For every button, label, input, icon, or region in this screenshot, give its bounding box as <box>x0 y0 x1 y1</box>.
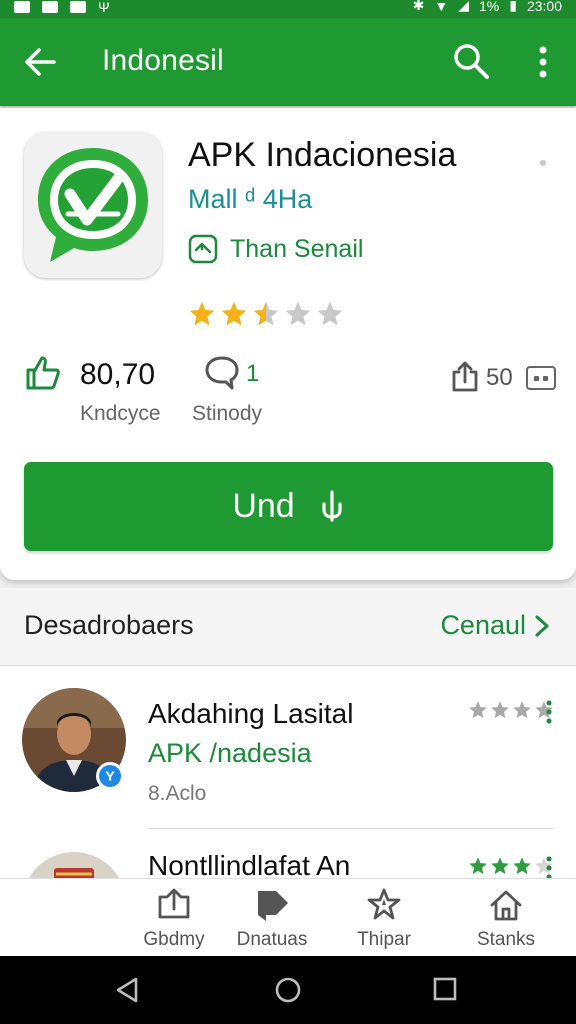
app-subtitle: Mall ᵈ 4Ha <box>188 184 313 214</box>
star-icon <box>189 301 215 326</box>
back-arrow-icon[interactable] <box>22 44 58 80</box>
nav-label: Dnatuas <box>236 929 308 950</box>
star-icon <box>285 301 311 326</box>
item-rating-stars <box>468 856 554 876</box>
app-detail-card: APK Indacionesia Mall ᵈ 4Ha Than Senail … <box>0 108 576 580</box>
search-icon[interactable] <box>452 42 490 80</box>
nav-item-dnatuas[interactable]: Dnatuas <box>212 879 332 957</box>
share-icon <box>452 361 478 392</box>
bottom-navigation: Gbdmy Dnatuas Thipar Stanks <box>0 878 576 956</box>
chat-check-logo-icon <box>38 148 148 262</box>
comments-caption: Stinody <box>192 402 263 425</box>
likes-caption: Kndcyce <box>80 402 161 425</box>
tag-icon <box>258 891 288 921</box>
bluetooth-icon: ✱ <box>412 0 425 13</box>
battery-icon: ▮ <box>509 0 517 13</box>
section-title: Desadrobaers <box>24 610 194 640</box>
screenshots-icon[interactable] <box>526 366 556 390</box>
status-bar: Ψ ✱ ▼ ◢ 1% ▮ 23:00 <box>0 0 576 18</box>
app-bar: Indonesil <box>0 18 576 106</box>
item-rating-stars <box>468 700 554 720</box>
star-icon <box>221 301 247 326</box>
wifi-icon: ▼ <box>434 0 449 14</box>
share-box-icon <box>158 888 190 919</box>
notification-icon <box>70 1 86 13</box>
item-overflow-icon[interactable] <box>546 700 552 724</box>
comments-value: 1 <box>246 360 260 387</box>
comments-stat[interactable]: 1 Stinody <box>192 354 262 425</box>
star-icon <box>513 701 531 719</box>
verified-badge-icon: Y <box>96 762 124 790</box>
system-home-icon[interactable] <box>274 976 302 1004</box>
developers-section-header: Desadrobaers Cenaul <box>0 588 576 666</box>
star-icon <box>513 857 531 875</box>
star-icon <box>469 857 487 875</box>
usb-icon: Ψ <box>98 0 110 15</box>
clock: 23:00 <box>526 0 562 14</box>
developer-badge-icon <box>188 234 218 264</box>
notification-icon <box>42 1 58 13</box>
card-overflow-dot[interactable] <box>540 160 546 166</box>
developer-link[interactable]: Than Senail <box>188 232 363 266</box>
comment-icon <box>205 356 239 390</box>
system-recents-icon[interactable] <box>432 976 458 1002</box>
developer-item-name: Akdahing Lasital <box>148 698 354 729</box>
likes-value: 80,70 <box>80 358 156 391</box>
notification-icon <box>14 1 30 13</box>
developer-item-name: Nontllindlafat An <box>148 850 351 878</box>
signal-icon: ◢ <box>458 0 469 13</box>
likes-stat[interactable]: 80,70 Kndcyce <box>24 354 161 425</box>
more-vert-icon[interactable] <box>528 44 558 80</box>
list-item[interactable]: ✓ Nontllindlafat An <box>0 836 576 878</box>
share-stat[interactable]: 50 <box>450 360 513 397</box>
developers-list: Y Akdahing Lasital APK /nadesia 8.Aclo ✓… <box>0 666 576 878</box>
nav-item-stanks[interactable]: Stanks <box>446 879 566 957</box>
app-icon <box>24 132 162 278</box>
star-icon <box>469 701 487 719</box>
nav-label: Thipar <box>357 929 411 950</box>
list-item[interactable]: Y Akdahing Lasital APK /nadesia 8.Aclo <box>0 666 576 836</box>
star-icon <box>253 301 279 326</box>
app-name: APK Indacionesia <box>188 136 457 174</box>
nav-item-thipar[interactable]: Thipar <box>324 879 444 957</box>
see-more-label: Cenaul <box>440 610 526 640</box>
developer-item-subtitle: APK /nadesia <box>148 738 312 768</box>
avatar <box>22 852 126 878</box>
home-icon <box>490 890 522 921</box>
thumbs-up-icon <box>26 356 60 390</box>
shares-value: 50 <box>486 364 513 391</box>
system-navigation-bar <box>0 956 576 1024</box>
star-badge-icon <box>367 888 401 920</box>
install-button[interactable]: Und <box>24 462 553 551</box>
item-overflow-icon[interactable] <box>546 856 552 878</box>
nav-label: Stanks <box>476 929 536 950</box>
download-icon <box>322 489 342 522</box>
rating-stars <box>188 300 344 328</box>
see-more-link[interactable]: Cenaul <box>440 610 550 641</box>
divider <box>148 828 553 829</box>
chevron-right-icon <box>535 615 549 636</box>
star-icon <box>491 857 509 875</box>
system-back-icon[interactable] <box>114 976 142 1004</box>
developer-item-meta: 8.Aclo <box>148 782 207 805</box>
star-icon <box>317 301 343 326</box>
page-title: Indonesil <box>102 44 224 77</box>
star-icon <box>491 701 509 719</box>
battery-text: 1% <box>479 0 500 14</box>
developer-name: Than Senail <box>230 234 364 263</box>
install-label: Und <box>232 487 295 525</box>
